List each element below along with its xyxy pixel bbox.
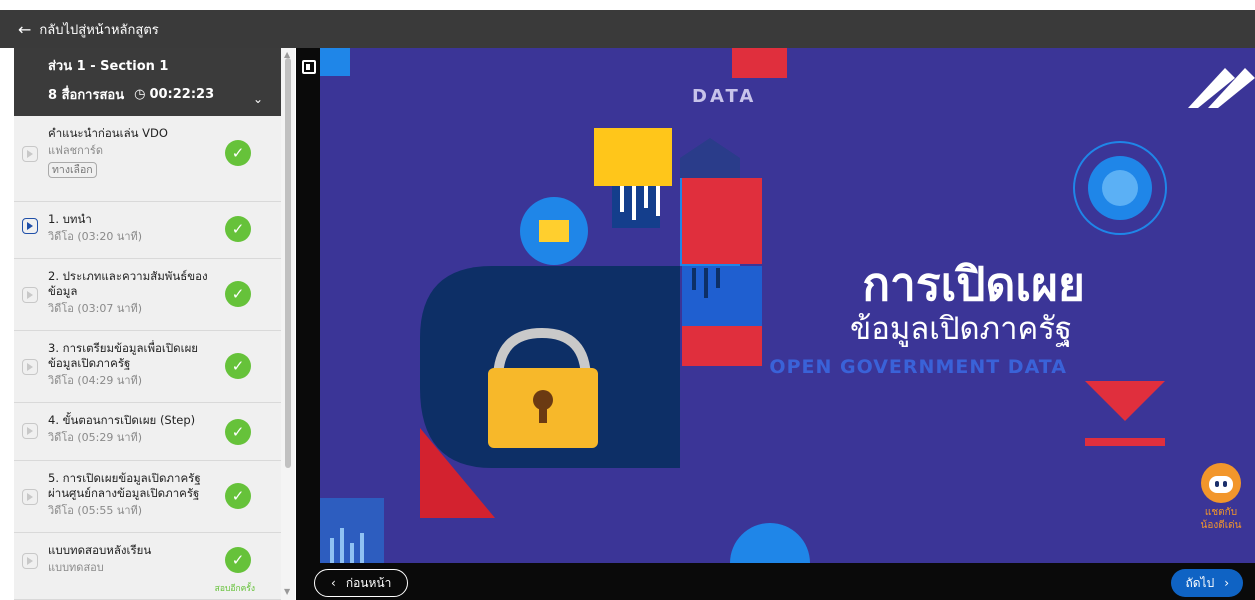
lesson-duration: วิดีโอ (05:55 นาที) xyxy=(48,504,143,517)
video-icon xyxy=(22,359,38,375)
chatbot-widget[interactable]: แชตกับ น้องดีเด่น xyxy=(1196,463,1246,532)
back-to-course-link[interactable]: กลับไปสู่หน้าหลักสูตร xyxy=(39,19,158,40)
video-title-english: OPEN GOVERNMENT DATA xyxy=(769,356,1067,378)
lesson-title: 4. ขั้นตอนการเปิดเผย (Step) xyxy=(48,413,196,427)
lesson-duration: วิดีโอ (03:20 นาที) xyxy=(48,230,143,243)
video-icon xyxy=(22,287,38,303)
lesson-title: คำแนะนำก่อนเล่น VDO xyxy=(48,126,168,140)
clock-icon: ◷ xyxy=(134,87,146,102)
optional-badge: ทางเลือก xyxy=(48,162,97,178)
section-title: ส่วน 1 - Section 1 xyxy=(48,59,169,74)
chatbot-label-line1: แชตกับ xyxy=(1204,507,1238,518)
lesson-title: 5. การเปิดเผยข้อมูลเปิดภาครัฐผ่านศูนย์กล… xyxy=(48,471,201,500)
lesson-sidebar: ส่วน 1 - Section 1 8 สื่อการสอน ◷ 00:22:… xyxy=(14,48,281,600)
retake-quiz-link[interactable]: สอบอีกครั้ง xyxy=(215,581,255,595)
video-icon xyxy=(22,218,38,234)
scrollbar-thumb[interactable] xyxy=(285,58,291,468)
quiz-icon xyxy=(22,553,38,569)
completed-check-icon: ✓ xyxy=(225,547,251,573)
lesson-duration: วิดีโอ (04:29 นาที) xyxy=(48,374,143,387)
video-frame[interactable]: DATA การเปิดเผย ข้อมูลเปิดภาครัฐ OPEN GO… xyxy=(320,48,1255,563)
data-label: DATA xyxy=(692,86,757,107)
top-bar: ← กลับไปสู่หน้าหลักสูตร xyxy=(0,10,1255,48)
lesson-item[interactable]: 2. ประเภทและความสัมพันธ์ของข้อมูล วิดีโอ… xyxy=(14,259,281,331)
lesson-item[interactable]: 3. การเตรียมข้อมูลเพื่อเปิดเผยข้อมูลเปิด… xyxy=(14,331,281,403)
flashcard-icon xyxy=(22,146,38,162)
completed-check-icon: ✓ xyxy=(225,140,251,166)
sidebar-scrollbar[interactable]: ▲ ▼ xyxy=(281,48,295,600)
completed-check-icon: ✓ xyxy=(225,353,251,379)
next-label: ถัดไป xyxy=(1185,575,1215,590)
lesson-title: 2. ประเภทและความสัมพันธ์ของข้อมูล xyxy=(48,269,208,298)
back-arrow-icon[interactable]: ← xyxy=(18,20,31,39)
collapse-sidebar-icon[interactable] xyxy=(302,60,316,74)
video-title-thai-line2: ข้อมูลเปิดภาครัฐ xyxy=(850,311,1072,347)
lesson-item[interactable]: คำแนะนำก่อนเล่น VDO แฟลชการ์ด ทางเลือก ✓ xyxy=(14,116,281,202)
completed-check-icon: ✓ xyxy=(225,281,251,307)
completed-check-icon: ✓ xyxy=(225,483,251,509)
chatbot-label-line2: น้องดีเด่น xyxy=(1200,520,1242,531)
next-button[interactable]: ถัดไป › xyxy=(1171,569,1243,597)
lesson-title: 1. บทนำ xyxy=(48,212,92,226)
scroll-down-icon[interactable]: ▼ xyxy=(284,587,290,596)
section-media-count: 8 สื่อการสอน xyxy=(48,88,125,103)
lesson-item[interactable]: แบบทดสอบหลังเรียน แบบทดสอบ ✓ สอบอีกครั้ง xyxy=(14,533,281,600)
video-illustration xyxy=(320,48,1255,563)
section-duration: 00:22:23 xyxy=(149,87,215,102)
section-header[interactable]: ส่วน 1 - Section 1 8 สื่อการสอน ◷ 00:22:… xyxy=(14,48,281,116)
chevron-left-icon: ‹ xyxy=(331,576,336,590)
lesson-title: แบบทดสอบหลังเรียน xyxy=(48,543,152,557)
previous-label: ก่อนหน้า xyxy=(345,575,392,590)
lesson-nav-bar: ‹ ก่อนหน้า ถัดไป › xyxy=(296,563,1255,600)
lesson-item-active[interactable]: 1. บทนำ วิดีโอ (03:20 นาที) ✓ xyxy=(14,202,281,259)
previous-button[interactable]: ‹ ก่อนหน้า xyxy=(314,569,409,597)
lesson-type: แบบทดสอบ xyxy=(48,561,104,574)
chevron-right-icon: › xyxy=(1224,576,1229,590)
lesson-item[interactable]: 4. ขั้นตอนการเปิดเผย (Step) วิดีโอ (05:2… xyxy=(14,403,281,461)
completed-check-icon: ✓ xyxy=(225,216,251,242)
chevron-down-icon[interactable]: ⌄ xyxy=(253,92,263,106)
video-icon xyxy=(22,489,38,505)
lesson-duration: วิดีโอ (03:07 นาที) xyxy=(48,302,143,315)
lesson-duration: วิดีโอ (05:29 นาที) xyxy=(48,431,143,444)
lesson-item[interactable]: 5. การเปิดเผยข้อมูลเปิดภาครัฐผ่านศูนย์กล… xyxy=(14,461,281,533)
completed-check-icon: ✓ xyxy=(225,419,251,445)
video-player: DATA การเปิดเผย ข้อมูลเปิดภาครัฐ OPEN GO… xyxy=(296,48,1255,600)
lesson-type: แฟลชการ์ด xyxy=(48,144,103,157)
video-icon xyxy=(22,423,38,439)
chatbot-robot-icon[interactable] xyxy=(1201,463,1241,503)
lesson-title: 3. การเตรียมข้อมูลเพื่อเปิดเผยข้อมูลเปิด… xyxy=(48,341,199,370)
